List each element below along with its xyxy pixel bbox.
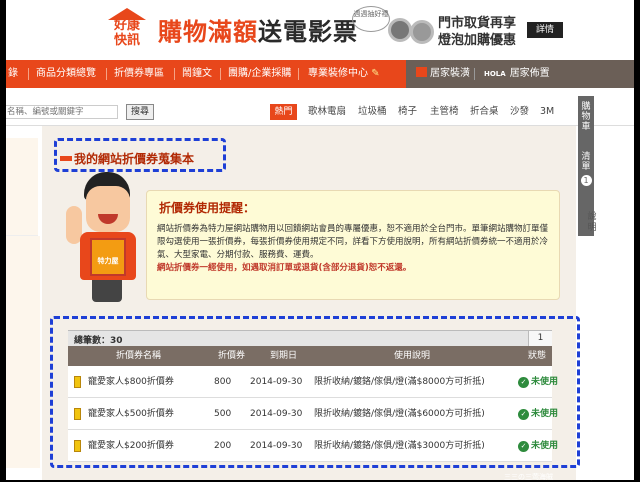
main-content: 我的網站折價券蒐集本 特力屋 折價券使用提醒： 網站折價券為特力屋網站購物用以回… — [42, 126, 580, 480]
hot-keyword[interactable]: 椅子 — [398, 104, 417, 120]
promo-sub-line2: 燈泡加購優惠 — [438, 33, 517, 48]
film-reel-icon — [388, 16, 436, 46]
coupon-expiry: 2014-09-30 — [250, 441, 303, 451]
promo-badge: 週週抽好禮 — [352, 6, 390, 32]
coupon-amount: 800 — [214, 377, 232, 387]
coupon-expiry: 2014-09-30 — [250, 409, 303, 419]
promo-sub-line1: 門市取貨再享 — [438, 16, 517, 31]
hot-keyword[interactable]: 垃圾桶 — [358, 104, 387, 120]
hot-keyword[interactable]: 沙發 — [510, 104, 529, 120]
page-title-text: 我的網站折價券蒐集本 — [74, 152, 195, 166]
promo-headline-b: 送電影票 — [258, 18, 358, 46]
mascot-apron: 特力屋 — [90, 238, 126, 276]
nav-item-category[interactable]: 商品分類總覽 — [36, 60, 96, 88]
coupon-name: 寵愛家人$200折價券 — [88, 441, 174, 451]
coupon-icon — [74, 408, 81, 420]
page: 好康 快訊 購物滿額送電影票 週週抽好禮 門市取貨再享 燈泡加購優惠 詳情 錄 … — [6, 0, 634, 480]
coupon-status: ✓ 未使用 — [518, 366, 558, 398]
record-count: 總筆數：30 — [74, 336, 123, 346]
main-nav: 錄 商品分類總覽 折價券專區 鬧鐘文 團購/企業採購 專業裝修中心 ✎ 居家裝潢… — [6, 60, 634, 88]
col-coupon-name: 折價券名稱 — [116, 351, 162, 361]
col-description: 使用說明 — [394, 351, 431, 361]
hola-logo: HOLA — [484, 70, 506, 78]
rail-guide-link[interactable]: 說明 — [586, 212, 598, 234]
table-row: 寵愛家人$800折價券 800 2014-09-30 限折收納/鍍鉻/傢俱/燈(… — [68, 366, 558, 398]
coupon-description: 限折收納/鍍鉻/傢俱/燈(滿$6000方可折抵) — [314, 409, 485, 419]
promo-detail-button[interactable]: 詳情 — [527, 22, 563, 38]
left-sidebar-band — [6, 138, 38, 236]
coupon-expiry: 2014-09-30 — [250, 377, 303, 387]
col-expiry: 到期日 — [270, 351, 298, 361]
col-status: 狀態 — [528, 351, 547, 361]
check-icon: ✓ — [518, 441, 529, 452]
col-coupon-amount: 折價券 — [218, 351, 246, 361]
table-header: 折價券名稱 折價券 到期日 使用說明 狀態 — [68, 346, 552, 366]
hot-keyword[interactable]: 主管椅 — [430, 104, 459, 120]
table-row: 寵愛家人$200折價券 200 2014-09-30 限折收納/鍍鉻/傢俱/燈(… — [68, 430, 558, 462]
nav-item-group-buy[interactable]: 團購/企業採購 — [228, 60, 291, 88]
page-number[interactable]: 1 — [528, 331, 552, 346]
nav-hola-label: 居家佈置 — [509, 68, 550, 79]
nav-item-renovation-label: 專業裝修中心 — [308, 68, 368, 79]
nav-home-section: 居家裝潢 HOLA 居家佈置 — [406, 60, 634, 88]
left-sidebar — [6, 236, 40, 468]
coupon-amount: 500 — [214, 409, 232, 419]
pencil-icon: ✎ — [371, 68, 380, 79]
promo-subtext: 門市取貨再享 燈泡加購優惠 — [438, 15, 516, 49]
nav-item-coupons[interactable]: 折價券專區 — [114, 60, 164, 88]
hot-keyword[interactable]: 歌林電扇 — [308, 104, 346, 120]
list-label: 清單 — [581, 152, 591, 172]
nav-home-label: 居家裝潢 — [430, 68, 470, 79]
coupon-status-text: 未使用 — [531, 377, 559, 387]
search-input[interactable] — [6, 105, 118, 119]
coupon-notice: 折價券使用提醒： 網站折價券為特力屋網站購物用以回饋網站會員的專屬優惠，恕不適用… — [146, 190, 560, 300]
coupon-status: ✓ 未使用 — [518, 430, 558, 462]
hot-keyword[interactable]: 折合桌 — [470, 104, 499, 120]
promo-logo-line2: 快訊 — [113, 33, 140, 48]
coupon-description: 限折收納/鍍鉻/傢俱/燈(滿$8000方可折抵) — [314, 377, 485, 387]
cart-label: 購物車 — [581, 102, 591, 132]
mascot-illustration: 特力屋 — [66, 166, 144, 308]
search-bar: 搜尋 熱門 歌林電扇 垃圾桶 椅子 主管椅 折合桌 沙發 3M — [6, 96, 634, 126]
home-icon — [416, 67, 427, 77]
promo-banner[interactable]: 好康 快訊 購物滿額送電影票 週週抽好禮 門市取貨再享 燈泡加購優惠 詳情 — [6, 0, 634, 58]
nav-item-hola[interactable]: HOLA 居家佈置 — [484, 60, 550, 88]
nav-item-renovation[interactable]: 專業裝修中心 ✎ — [308, 60, 380, 88]
coupon-amount: 200 — [214, 441, 232, 451]
coupon-name: 寵愛家人$500折價券 — [88, 409, 174, 419]
coupon-status: ✓ 未使用 — [518, 398, 558, 430]
check-icon: ✓ — [518, 377, 529, 388]
promo-logo-line1: 好康 — [113, 18, 140, 33]
watermark-right: 鬼屋說馬鸚鵡 — [584, 473, 626, 481]
nav-item-home-decor[interactable]: 居家裝潢 — [416, 60, 470, 88]
promo-headline-a: 購物滿額 — [158, 18, 258, 46]
table-row: 寵愛家人$500折價券 500 2014-09-30 限折收納/鍍鉻/傢俱/燈(… — [68, 398, 558, 430]
notice-body: 網站折價券為特力屋網站購物用以回饋網站會員的專屬優惠，恕不適用於全台門市。單筆網… — [157, 224, 549, 260]
cart-count-badge: 1 — [580, 175, 592, 186]
search-button[interactable]: 搜尋 — [126, 104, 154, 120]
hot-keywords-label: 熱門 — [270, 104, 297, 120]
coupon-name: 寵愛家人$800折價券 — [88, 377, 174, 387]
hot-keyword[interactable]: 3M — [540, 104, 554, 120]
page-title: 我的網站折價券蒐集本 — [60, 150, 194, 167]
coupon-description: 限折收納/鍍鉻/傢俱/燈(滿$3000方可折抵) — [314, 441, 485, 451]
notice-title: 折價券使用提醒： — [159, 201, 256, 215]
promo-headline: 購物滿額送電影票 — [158, 12, 358, 47]
coupon-status-text: 未使用 — [531, 441, 559, 451]
notice-warning: 網站折價券一經使用，如遇取消訂單或退貨(含部分退貨)恕不返還。 — [157, 263, 412, 273]
promo-logo: 好康 快訊 — [104, 8, 150, 52]
check-icon: ✓ — [518, 409, 529, 420]
coupon-status-text: 未使用 — [531, 409, 559, 419]
title-bar-icon — [60, 156, 72, 161]
coupon-icon — [74, 440, 81, 452]
watermark-left: 三三の三莺海賊 — [504, 473, 553, 481]
nav-item-article[interactable]: 鬧鐘文 — [182, 60, 212, 88]
nav-item-0[interactable]: 錄 — [8, 60, 18, 88]
coupon-icon — [74, 376, 81, 388]
record-count-bar: 總筆數：30 1 — [68, 330, 552, 346]
